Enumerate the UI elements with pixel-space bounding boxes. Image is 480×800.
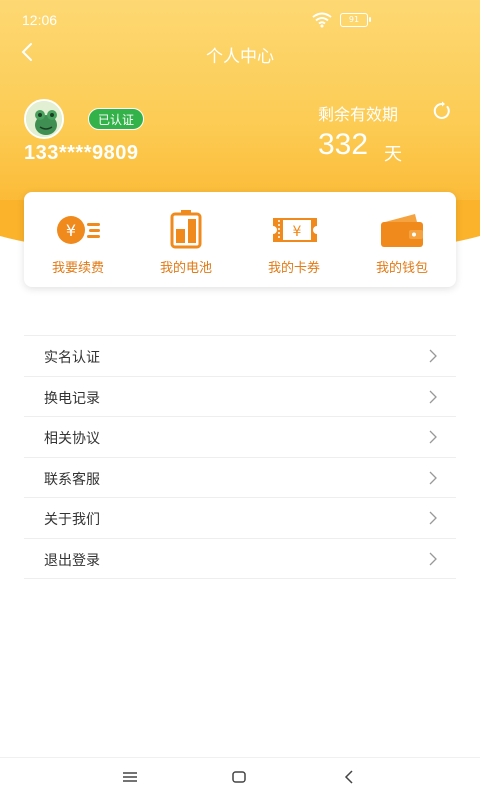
menu-item-logout[interactable]: 退出登录 [24, 539, 456, 579]
quick-action-label: 我要续费 [51, 261, 104, 276]
validity-label: 剩余有效期 [318, 105, 399, 124]
system-nav-divider [0, 757, 480, 758]
wallet-icon [381, 214, 423, 247]
quick-action-renew[interactable]: ¥ 我要续费 [24, 192, 132, 287]
avatar[interactable] [24, 99, 64, 139]
chevron-right-icon [429, 430, 437, 444]
chevron-right-icon [429, 552, 437, 565]
quick-action-coupon[interactable]: ¥ 我的卡券 [240, 192, 348, 287]
quick-action-label: 我的电池 [159, 261, 212, 276]
chevron-right-icon [429, 390, 437, 403]
chevron-right-icon [429, 471, 437, 484]
menu-item-label: 换电记录 [44, 390, 100, 407]
chevron-right-icon [429, 349, 437, 363]
home-icon[interactable] [232, 771, 246, 783]
quick-action-battery[interactable]: 我的电池 [132, 192, 240, 287]
phone-number: 133****9809 [24, 142, 139, 164]
menu-item-real-name-verification[interactable]: 实名认证 [24, 336, 456, 377]
status-bar: 12:06 91 [0, 0, 480, 40]
menu-item-label: 退出登录 [44, 552, 100, 569]
menu-item-label: 相关协议 [44, 431, 100, 447]
menu-item-label: 联系客服 [44, 471, 100, 488]
menu-item-customer-service[interactable]: 联系客服 [24, 458, 456, 498]
system-back-icon[interactable] [344, 770, 354, 784]
battery-level: 91 [348, 15, 360, 24]
validity-unit: 天 [384, 144, 402, 165]
chevron-right-icon [429, 511, 437, 525]
battery-status-icon: 91 [340, 13, 371, 27]
recent-apps-icon[interactable] [122, 771, 138, 783]
page-title: 个人中心 [206, 47, 274, 67]
svg-text:¥: ¥ [66, 221, 76, 240]
coupon-icon: ¥ [273, 218, 317, 242]
quick-action-label: 我的卡券 [267, 261, 320, 276]
quick-actions-card: ¥ 我要续费 我的电池 ¥ 我的卡券 我的钱包 [24, 192, 456, 287]
renew-coin-icon: ¥ [57, 216, 100, 244]
svg-text:¥: ¥ [293, 224, 302, 240]
quick-action-label: 我的钱包 [375, 261, 428, 276]
quick-action-wallet[interactable]: 我的钱包 [348, 192, 456, 287]
menu-item-label: 实名认证 [44, 350, 100, 366]
menu-item-about-us[interactable]: 关于我们 [24, 498, 456, 539]
menu-item-label: 关于我们 [44, 512, 100, 528]
validity-days: 332 [318, 128, 369, 161]
battery-icon [170, 210, 202, 249]
refresh-icon[interactable] [432, 101, 452, 121]
wifi-icon [312, 12, 332, 28]
menu-item-swap-records[interactable]: 换电记录 [24, 377, 456, 417]
status-time: 12:06 [22, 12, 58, 28]
menu-list: 实名认证 换电记录 相关协议 联系客服 关于我们 退出登录 [24, 335, 456, 579]
verified-badge: 已认证 [88, 108, 145, 130]
menu-item-agreements[interactable]: 相关协议 [24, 417, 456, 458]
profile-screen: 12:06 91 个人中心 已认证 133****9809 剩余有效期 332 … [0, 0, 480, 800]
